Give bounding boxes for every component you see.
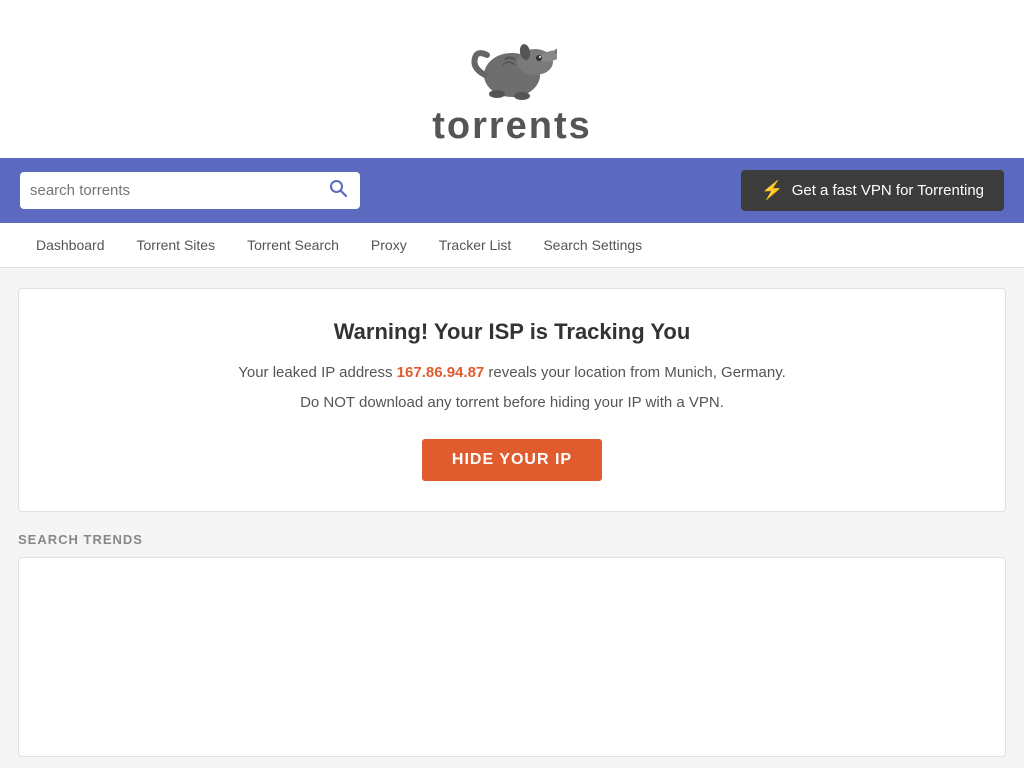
lightning-icon: ⚡ [761,180,783,201]
logo-icon [467,20,557,110]
nav-item-search-settings[interactable]: Search Settings [527,223,658,267]
search-trends-label: SEARCH TRENDS [18,532,1006,547]
warning-line2: Do NOT download any torrent before hidin… [39,391,985,415]
search-input[interactable] [30,182,326,199]
search-icon [328,178,348,198]
ip-address: 167.86.94.87 [397,364,485,381]
nav-item-dashboard[interactable]: Dashboard [20,223,121,267]
search-button[interactable] [326,178,350,203]
nav-item-tracker-list[interactable]: Tracker List [423,223,528,267]
nav-bar: Dashboard Torrent Sites Torrent Search P… [0,223,1024,268]
search-trends-box [18,557,1006,757]
hide-ip-button[interactable]: HIDE YOUR IP [422,439,602,481]
warning-box: Warning! Your ISP is Tracking You Your l… [18,288,1006,512]
vpn-button[interactable]: ⚡ Get a fast VPN for Torrenting [741,170,1004,211]
search-trends-section: SEARCH TRENDS [18,532,1006,757]
nav-item-torrent-sites[interactable]: Torrent Sites [121,223,232,267]
nav-item-proxy[interactable]: Proxy [355,223,423,267]
warning-line1-suffix: reveals your location from Munich, Germa… [484,364,786,381]
search-input-wrapper [20,172,360,209]
search-bar-area: ⚡ Get a fast VPN for Torrenting [0,158,1024,223]
warning-title: Warning! Your ISP is Tracking You [39,319,985,345]
logo-container: torrents [432,20,592,148]
header: torrents [0,0,1024,158]
warning-line1-prefix: Your leaked IP address [238,364,396,381]
logo-title: torrents [432,105,592,148]
vpn-button-label: Get a fast VPN for Torrenting [792,182,984,199]
warning-line1: Your leaked IP address 167.86.94.87 reve… [39,361,985,385]
nav-item-torrent-search[interactable]: Torrent Search [231,223,355,267]
